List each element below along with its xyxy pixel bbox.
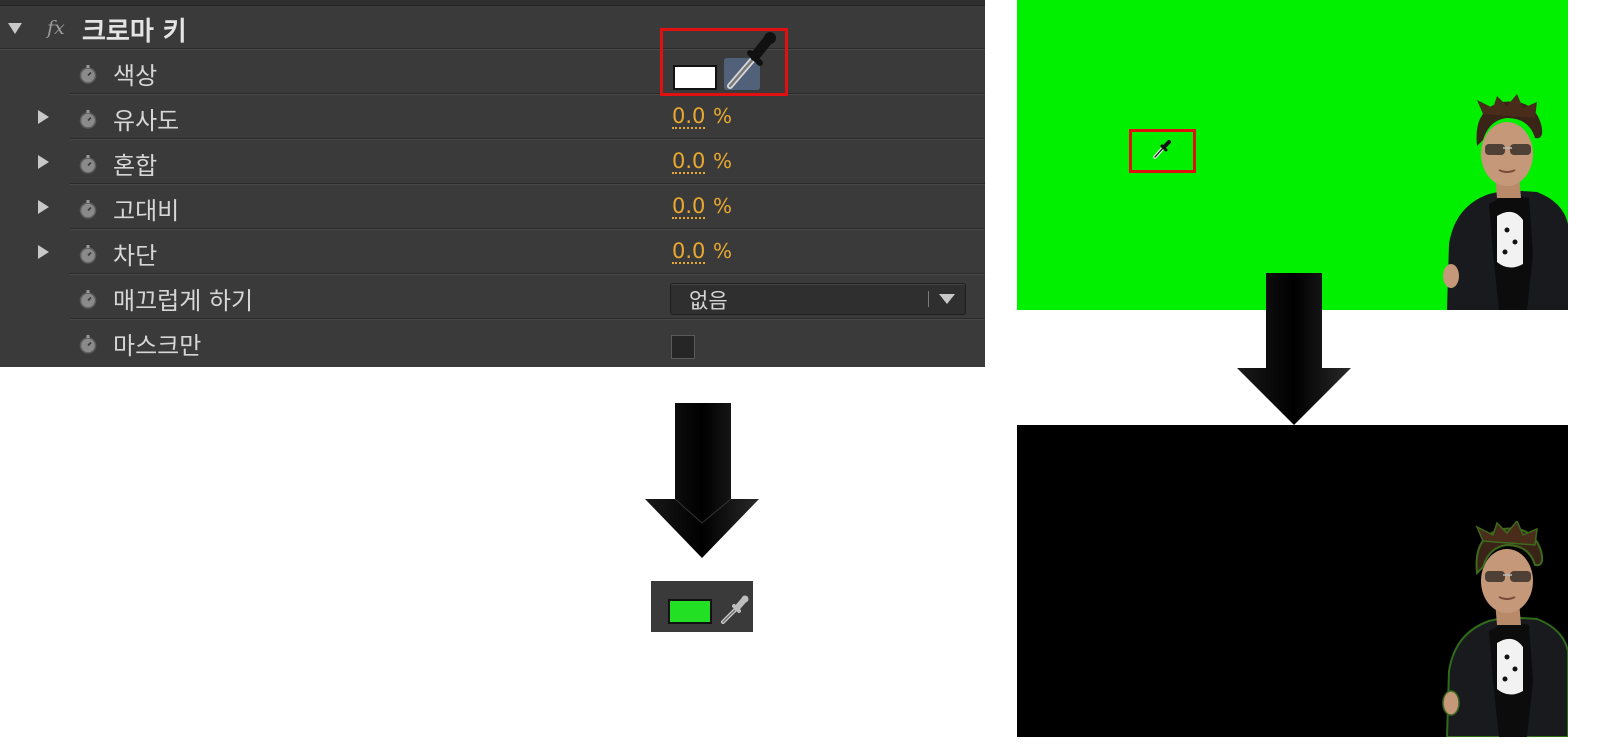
key-color-swatch-green[interactable] [668, 599, 712, 624]
twirl-closed-icon[interactable] [38, 200, 49, 214]
person-image [1443, 94, 1568, 310]
property-unit: % [713, 239, 733, 263]
stopwatch-icon[interactable] [78, 289, 98, 309]
mask-only-checkbox[interactable] [671, 335, 695, 359]
effect-controls-panel: fx 크로마 키 색상 유사도 0.0 % 혼합 0.0 % 고대비 0.0 %… [0, 0, 985, 367]
property-label: 고대비 [113, 197, 180, 225]
property-unit: % [713, 104, 733, 128]
stopwatch-icon[interactable] [78, 154, 98, 174]
property-row-similarity: 유사도 0.0 % [0, 95, 985, 140]
person-image [1442, 521, 1568, 737]
twirl-closed-icon[interactable] [38, 155, 49, 169]
eyedropper-icon[interactable] [719, 594, 751, 626]
property-value[interactable]: 0.0 [672, 195, 706, 219]
twirl-closed-icon[interactable] [38, 110, 49, 124]
property-label: 혼합 [113, 152, 158, 180]
property-unit: % [713, 194, 733, 218]
green-screen-frame [1017, 0, 1568, 310]
property-label: 마스크만 [113, 332, 202, 360]
property-value[interactable]: 0.0 [672, 105, 706, 129]
property-row-color: 색상 [0, 50, 985, 95]
effect-name: 크로마 키 [82, 17, 187, 47]
stopwatch-icon[interactable] [78, 64, 98, 84]
dropdown-selected-value: 없음 [689, 289, 728, 313]
keyed-result-frame [1017, 425, 1568, 737]
stopwatch-icon[interactable] [78, 199, 98, 219]
twirl-open-icon[interactable] [8, 23, 22, 34]
property-label: 색상 [113, 62, 158, 90]
property-label: 차단 [113, 242, 158, 270]
twirl-closed-icon[interactable] [38, 245, 49, 259]
highlight-box [660, 28, 788, 96]
down-arrow-icon [645, 403, 759, 558]
property-value[interactable]: 0.0 [672, 150, 706, 174]
property-unit: % [713, 149, 733, 173]
property-row-contrast: 고대비 0.0 % [0, 185, 985, 230]
chevron-down-icon[interactable] [939, 294, 955, 304]
property-value[interactable]: 0.0 [672, 240, 706, 264]
stopwatch-icon[interactable] [78, 244, 98, 264]
eyedropper-cursor-icon [1153, 140, 1171, 159]
picked-color-widget [651, 581, 753, 632]
smoothing-dropdown[interactable]: 없음 [670, 283, 966, 315]
property-row-mask-only: 마스크만 [0, 320, 985, 365]
property-row-blend: 혼합 0.0 % [0, 140, 985, 185]
dropdown-divider [928, 291, 929, 307]
property-label: 매끄럽게 하기 [113, 287, 254, 315]
stopwatch-icon[interactable] [78, 109, 98, 129]
fx-icon[interactable]: fx [47, 17, 65, 39]
property-label: 유사도 [113, 107, 180, 135]
effect-header-row[interactable]: fx 크로마 키 [0, 5, 985, 50]
stopwatch-icon[interactable] [78, 334, 98, 354]
property-row-cutoff: 차단 0.0 % [0, 230, 985, 275]
down-arrow-icon [1237, 273, 1351, 425]
